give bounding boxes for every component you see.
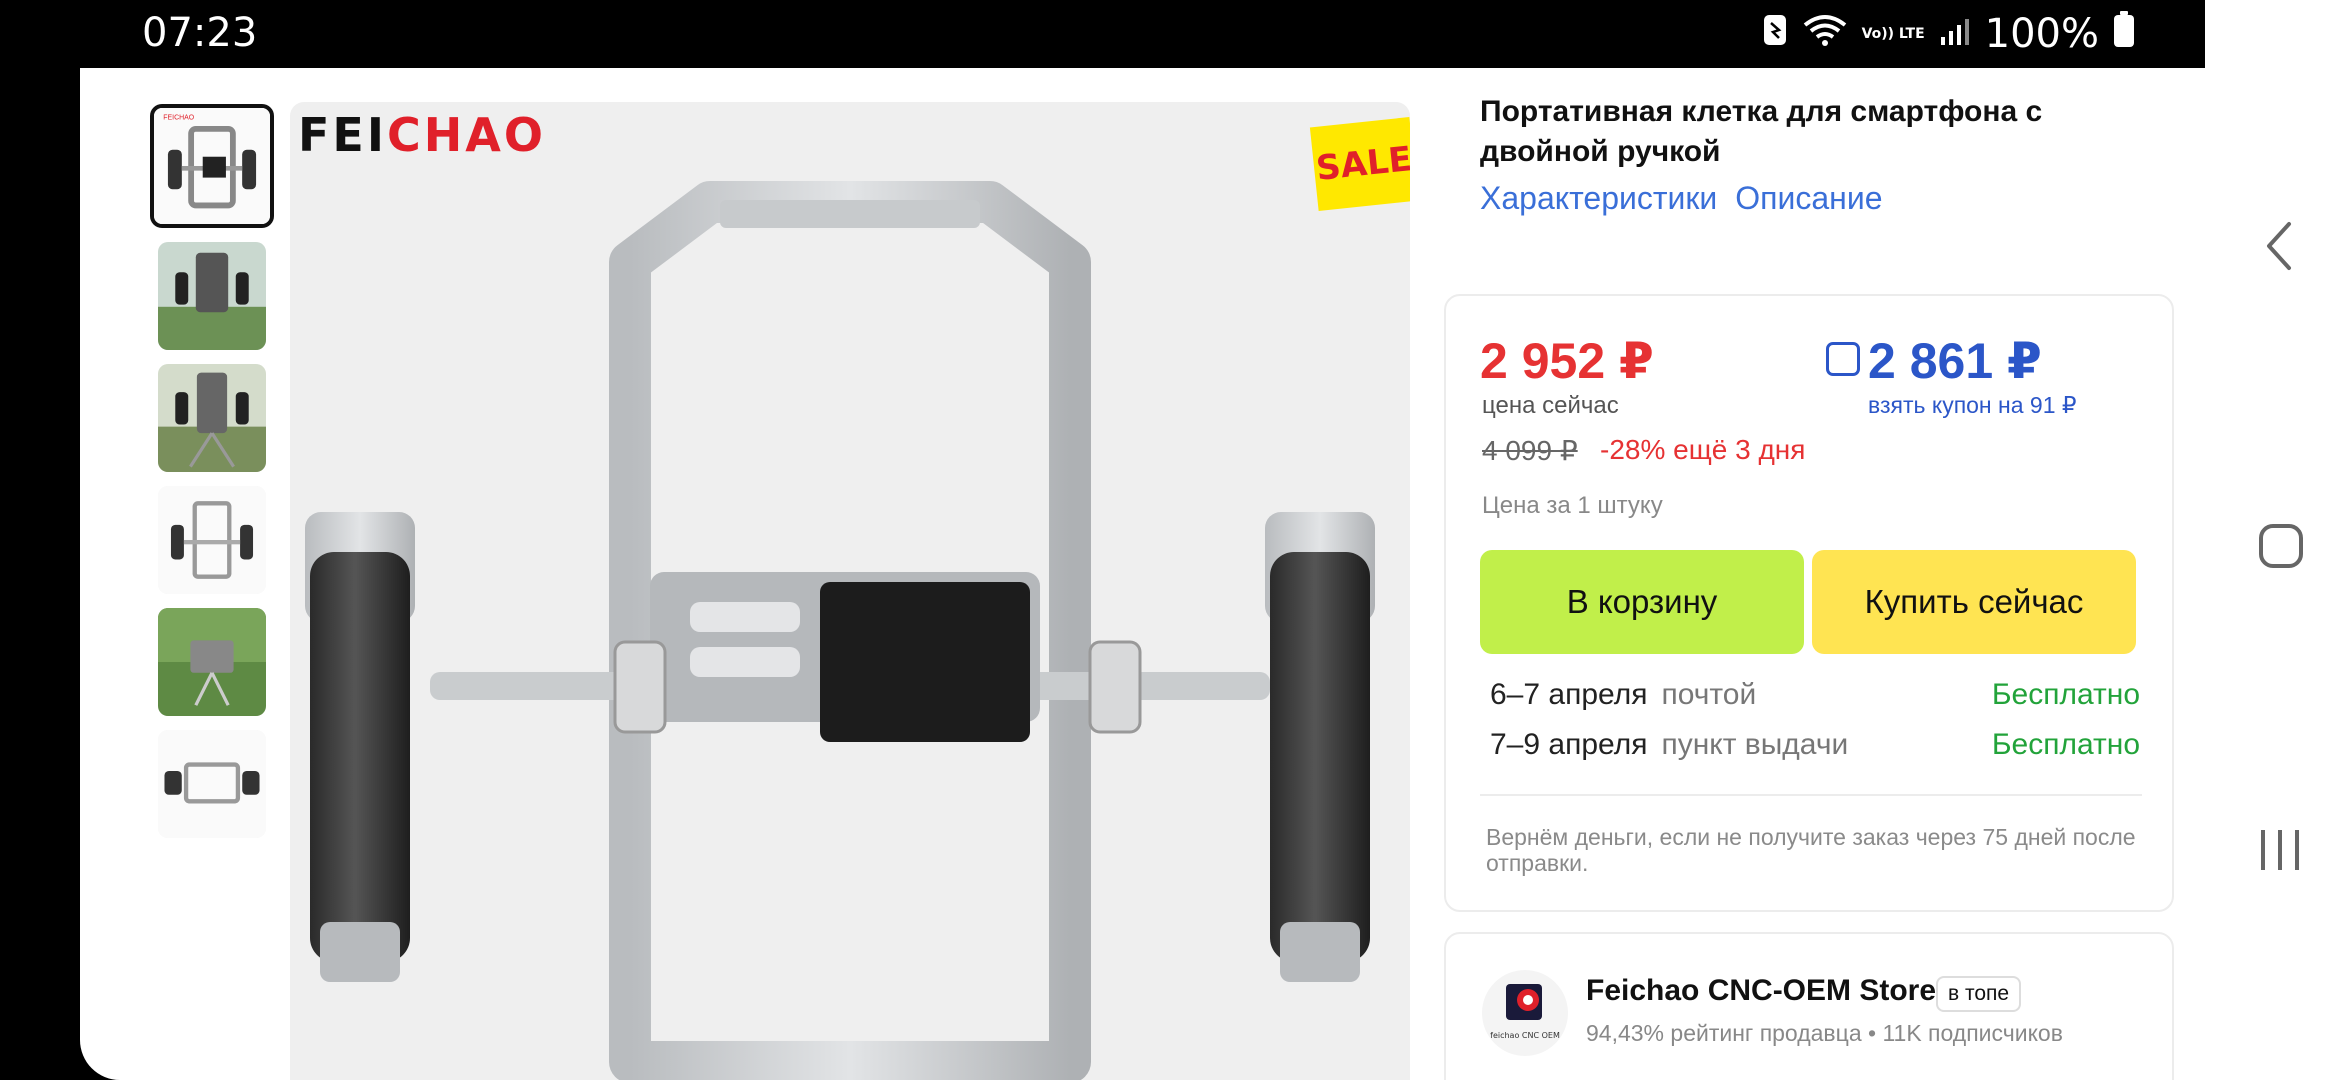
product-page: FEICHAO FEICHAO SALE Портативная клетка … [80, 68, 2205, 1080]
coupon-price[interactable]: 2 861 ₽ [1868, 332, 2042, 390]
product-tabs: Характеристики Описание [1480, 180, 1883, 217]
back-icon[interactable] [2263, 220, 2293, 277]
main-product-image[interactable]: FEICHAO SALE [290, 102, 1410, 1080]
coupon-checkbox[interactable] [1826, 342, 1860, 376]
recent-apps-icon[interactable] [2257, 826, 2303, 879]
brand-logo: FEICHAO [298, 108, 546, 162]
tab-description[interactable]: Описание [1735, 180, 1882, 217]
sale-tag: SALE [1309, 117, 1410, 211]
divider [1480, 794, 2142, 796]
navigation-bar [2205, 0, 2340, 1080]
current-price: 2 952 ₽ [1480, 333, 1654, 389]
svg-text:FEICHAO: FEICHAO [163, 115, 194, 122]
home-icon[interactable] [2257, 522, 2305, 575]
thumbnail-2[interactable] [158, 242, 266, 350]
shipping-date: 7–9 апреля [1490, 728, 1648, 761]
store-stats: 94,43% рейтинг продавца • 11K подписчико… [1586, 1020, 2063, 1046]
tab-characteristics[interactable]: Характеристики [1480, 180, 1717, 217]
shipping-option[interactable]: 7–9 апреля пункт выдачи Бесплатно [1490, 728, 2140, 762]
battery-percent: 100% [1984, 11, 2099, 57]
price-card: 2 952 ₽ цена сейчас 2 861 ₽ взять купон … [1444, 294, 2174, 912]
volte-icon: Vo)) LTE [1861, 25, 1925, 42]
store-card[interactable]: feichao CNC OEM Feichao CNC-OEM Store в … [1444, 932, 2174, 1080]
status-time: 07:23 [142, 10, 258, 56]
wifi-icon [1802, 11, 1848, 57]
thumbnail-4[interactable] [158, 486, 266, 594]
shipping-cost: Бесплатно [1991, 728, 2140, 761]
battery-icon [2113, 10, 2135, 58]
store-top-badge: в топе [1936, 976, 2022, 1012]
product-title: Портативная клетка для смартфона с двойн… [1480, 95, 2043, 168]
old-price: 4 099 ₽ [1482, 435, 1578, 466]
shipping-method: пункт выдачи [1661, 728, 1849, 761]
thumbnail-6[interactable] [158, 730, 266, 838]
shipping-option[interactable]: 6–7 апреля почтой Бесплатно [1490, 678, 2140, 712]
store-name[interactable]: Feichao CNC-OEM Store [1586, 974, 1936, 1008]
status-icons: Vo)) LTE 100% [1762, 10, 2135, 58]
nfc-icon [1762, 11, 1788, 57]
thumbnail-strip: FEICHAO [150, 104, 274, 852]
thumbnail-5[interactable] [158, 608, 266, 716]
refund-guarantee: Вернём деньги, если не получите заказ че… [1486, 824, 2136, 876]
add-to-cart-button[interactable]: В корзину [1480, 550, 1804, 654]
thumbnail-3[interactable] [158, 364, 266, 472]
shipping-method: почтой [1661, 678, 1757, 711]
buy-now-button[interactable]: Купить сейчас [1812, 550, 2136, 654]
signal-icon [1939, 11, 1971, 57]
shipping-date: 6–7 апреля [1490, 678, 1648, 711]
coupon-link[interactable]: взять купон на 91 ₽ [1868, 392, 2077, 419]
store-logo-caption: feichao CNC OEM [1490, 1031, 1560, 1040]
discount-badge: -28% ещё 3 дня [1600, 434, 1806, 465]
shipping-cost: Бесплатно [1991, 678, 2140, 711]
store-logo[interactable]: feichao CNC OEM [1482, 970, 1568, 1056]
camera-cage-image [305, 181, 1375, 1080]
unit-price-note: Цена за 1 штуку [1482, 492, 1663, 519]
current-price-label: цена сейчас [1482, 392, 1619, 419]
thumbnail-1[interactable]: FEICHAO [150, 104, 274, 228]
status-bar: 07:23 Vo)) LTE 100% [80, 0, 2205, 68]
